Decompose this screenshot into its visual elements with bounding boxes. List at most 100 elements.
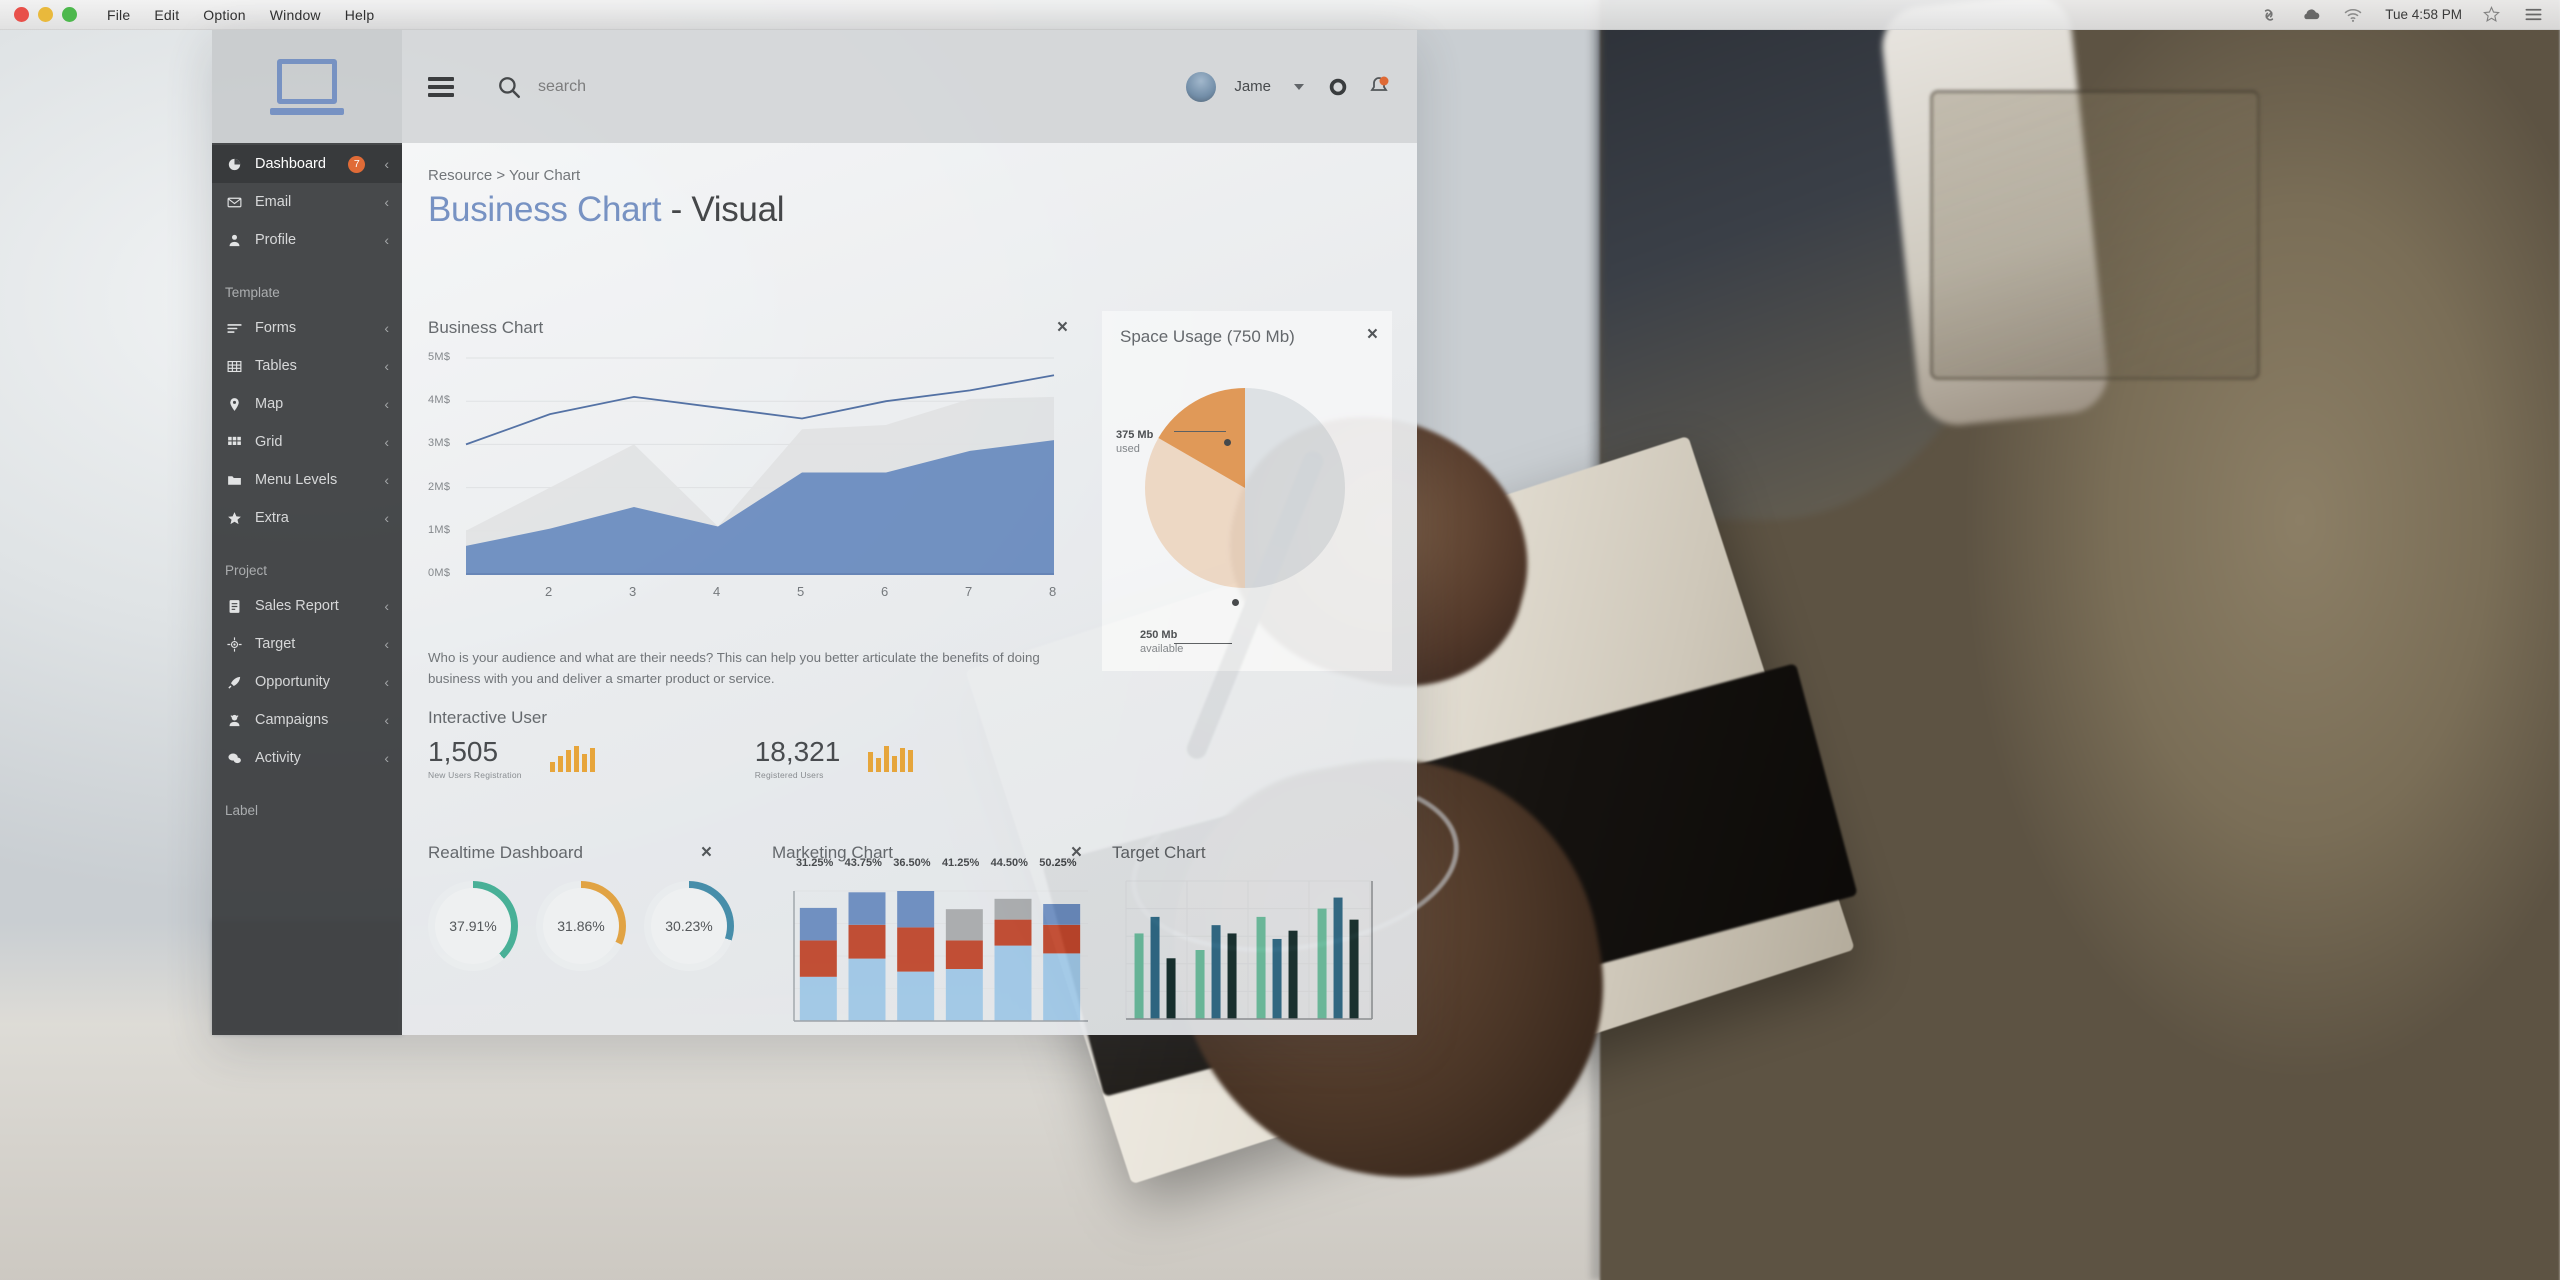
window-traffic-lights[interactable] <box>14 7 77 22</box>
chevron-left-icon[interactable]: ‹ <box>384 435 389 449</box>
sidebar-item-dashboard[interactable]: Dashboard 7 ‹ <box>212 145 402 183</box>
sidebar-item-activity[interactable]: Activity ‹ <box>212 739 402 777</box>
sidebar-item-forms[interactable]: Forms ‹ <box>212 309 402 347</box>
donut-gauge: 31.86% <box>536 881 626 971</box>
menubar-item-window[interactable]: Window <box>270 7 321 23</box>
pie-leader-available <box>1174 643 1232 644</box>
chevron-left-icon[interactable]: ‹ <box>384 321 389 335</box>
x-axis-tick-label: 7 <box>965 584 973 599</box>
pie-callout-dot-used <box>1224 439 1231 446</box>
main-content: Resource > Your Chart Business Chart - V… <box>402 143 1417 1035</box>
sidebar-section-project: Project <box>225 563 268 578</box>
chevron-left-icon[interactable]: ‹ <box>384 675 389 689</box>
bell-icon[interactable] <box>1367 75 1391 99</box>
chevron-down-icon[interactable] <box>1289 77 1309 97</box>
chevron-left-icon[interactable]: ‹ <box>384 359 389 373</box>
menubar-item-help[interactable]: Help <box>345 7 375 23</box>
sidebar-item-tables[interactable]: Tables ‹ <box>212 347 402 385</box>
bar-data-label: 50.25% <box>1039 857 1077 869</box>
chevron-left-icon[interactable]: ‹ <box>384 511 389 525</box>
app-logo[interactable] <box>212 30 402 143</box>
sidebar-item-email[interactable]: Email ‹ <box>212 183 402 221</box>
close-icon[interactable]: × <box>1367 325 1378 344</box>
donut-value-label: 31.86% <box>557 918 605 934</box>
star-icon <box>225 509 243 527</box>
chevron-left-icon[interactable]: ‹ <box>384 233 389 247</box>
sidebar-item-campaigns[interactable]: Campaigns ‹ <box>212 701 402 739</box>
sidebar-item-extra[interactable]: Extra ‹ <box>212 499 402 537</box>
search-input[interactable] <box>538 77 898 96</box>
user-name-label: Jame <box>1234 78 1271 95</box>
donut-gauge: 37.91% <box>428 881 518 971</box>
jacket-pocket <box>1930 90 2260 380</box>
sidebar-nav[interactable]: Dashboard 7 ‹ Email ‹ Profile ‹ Template Forms ‹ T… <box>212 143 402 1035</box>
sidebar-item-label: Campaigns <box>255 712 329 728</box>
bar-data-label: 44.50% <box>990 857 1028 869</box>
menubar-item-edit[interactable]: Edit <box>154 7 179 23</box>
chevron-left-icon[interactable]: ‹ <box>384 599 389 613</box>
page-title: Business Chart - Visual <box>428 190 1391 230</box>
sidebar-item-grid[interactable]: Grid ‹ <box>212 423 402 461</box>
sidebar-item-label: Tables <box>255 358 297 374</box>
y-axis-tick-label: 2M$ <box>428 480 451 493</box>
mac-menubar: File Edit Option Window Help Tue 4:58 PM <box>0 0 2560 30</box>
sidebar-item-label: Target <box>255 636 296 652</box>
menubar-item-option[interactable]: Option <box>203 7 245 23</box>
marketing-chart-plot <box>772 873 1092 1035</box>
target-chart-plot <box>1118 875 1378 1035</box>
panel-space-usage: Space Usage (750 Mb) × 375 Mb used 250 Mb a… <box>1102 311 1392 671</box>
chat-icon <box>225 749 243 767</box>
table-icon <box>225 357 243 375</box>
sidebar-item-map[interactable]: Map ‹ <box>212 385 402 423</box>
pie-leader-used <box>1174 431 1226 432</box>
maximize-window-button[interactable] <box>62 7 77 22</box>
chevron-left-icon[interactable]: ‹ <box>384 157 389 171</box>
chevron-left-icon[interactable]: ‹ <box>384 751 389 765</box>
business-chart-svg <box>465 357 1055 575</box>
link-icon[interactable] <box>2259 5 2281 25</box>
menubar-item-file[interactable]: File <box>107 7 130 23</box>
kpi-card: 18,321 Registered Users <box>755 738 914 780</box>
wifi-icon[interactable] <box>2343 5 2365 25</box>
list-icon[interactable] <box>2524 5 2546 25</box>
sidebar-item-menu-levels[interactable]: Menu Levels ‹ <box>212 461 402 499</box>
search-bar[interactable] <box>496 74 898 100</box>
interactive-user-title: Interactive User <box>428 708 548 727</box>
panel-title-target: Target Chart <box>1112 843 1206 862</box>
pie-slice-sublabel: available <box>1140 642 1184 655</box>
gear-icon[interactable] <box>1327 76 1349 98</box>
pie-label-used: 375 Mb used <box>1116 429 1153 457</box>
hamburger-icon[interactable] <box>428 76 454 97</box>
panel-business-chart: Business Chart × 0M$ 1M$ 2M$ 3M$ 4M$ 5M$ 2 3 4 5 6… <box>428 318 1068 638</box>
cloud-icon[interactable] <box>2301 5 2323 25</box>
panel-marketing-chart: Marketing Chart × 31.25% 43.75% 36.50% 41.2… <box>772 843 1092 1035</box>
y-axis-tick-label: 3M$ <box>428 437 451 450</box>
sidebar-item-sales-report[interactable]: Sales Report ‹ <box>212 587 402 625</box>
breadcrumb[interactable]: Resource > Your Chart <box>428 167 1391 184</box>
close-window-button[interactable] <box>14 7 29 22</box>
chevron-left-icon[interactable]: ‹ <box>384 637 389 651</box>
kpi-label: New Users Registration <box>428 770 522 780</box>
sidebar-item-label: Map <box>255 396 284 412</box>
sidebar-item-opportunity[interactable]: Opportunity ‹ <box>212 663 402 701</box>
sidebar-item-label: Email <box>255 194 292 210</box>
chevron-left-icon[interactable]: ‹ <box>384 195 389 209</box>
chevron-left-icon[interactable]: ‹ <box>384 473 389 487</box>
sidebar-item-target[interactable]: Target ‹ <box>212 625 402 663</box>
pie-slice-value: 250 Mb <box>1140 629 1178 641</box>
close-icon[interactable]: × <box>1057 318 1068 337</box>
panel-interactive-user: Interactive User 1,505 New Users Registra… <box>428 708 1068 780</box>
envelope-icon <box>225 193 243 211</box>
pie-callout-dot-available <box>1232 599 1239 606</box>
close-icon[interactable]: × <box>701 843 712 862</box>
avatar[interactable] <box>1186 71 1217 102</box>
star-icon[interactable] <box>2482 5 2504 25</box>
chevron-left-icon[interactable]: ‹ <box>384 713 389 727</box>
user-icon <box>225 231 243 249</box>
sidebar-item-profile[interactable]: Profile ‹ <box>212 221 402 259</box>
business-chart-plot <box>428 346 1068 608</box>
chevron-left-icon[interactable]: ‹ <box>384 397 389 411</box>
minimize-window-button[interactable] <box>38 7 53 22</box>
sidebar-section-template: Template <box>225 285 280 300</box>
search-icon[interactable] <box>496 74 522 100</box>
